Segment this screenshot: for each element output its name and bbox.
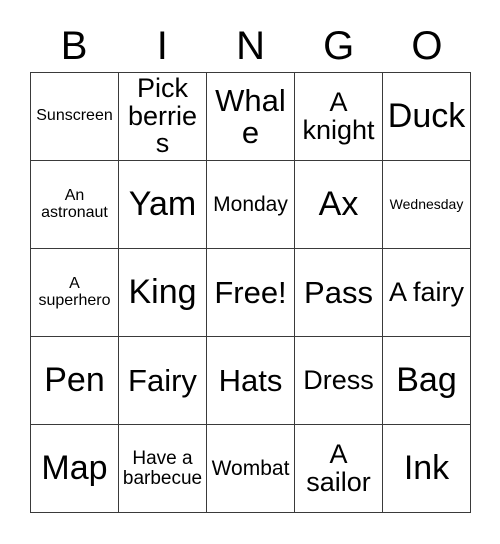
bingo-cell[interactable]: Whale xyxy=(207,73,295,161)
bingo-cell-label: Sunscreen xyxy=(36,107,113,125)
bingo-cell-label: Ax xyxy=(318,184,359,223)
bingo-cell[interactable]: King xyxy=(119,249,207,337)
bingo-cell-label: Free! xyxy=(214,274,287,310)
header-letter-b: B xyxy=(60,24,88,68)
bingo-cell-label: Map xyxy=(41,448,108,487)
bingo-cell-label: Wednesday xyxy=(389,196,464,213)
bingo-cell[interactable]: Wednesday xyxy=(383,161,471,249)
header-letter-g: G xyxy=(323,24,355,68)
bingo-cell[interactable]: An astronaut xyxy=(31,161,119,249)
bingo-cell-label: An astronaut xyxy=(41,187,108,221)
bingo-header-row: B I N G O xyxy=(30,20,471,72)
bingo-cell-label: Bag xyxy=(396,360,457,399)
bingo-cell-label: Monday xyxy=(213,192,288,216)
bingo-cell-label: King xyxy=(128,272,197,311)
bingo-cell-label: Yam xyxy=(128,184,197,223)
bingo-cell[interactable]: A fairy xyxy=(383,249,471,337)
bingo-cell-label: Wombat xyxy=(211,456,290,480)
bingo-cell-label: Pen xyxy=(44,360,105,399)
header-letter-o: O xyxy=(411,24,443,68)
bingo-cell-label: A fairy xyxy=(388,276,465,307)
bingo-cell-label: Whale xyxy=(215,82,286,150)
bingo-cell[interactable]: Have a barbecue xyxy=(119,425,207,513)
bingo-cell[interactable]: Wombat xyxy=(207,425,295,513)
bingo-cell[interactable]: Ink xyxy=(383,425,471,513)
bingo-cell[interactable]: Map xyxy=(31,425,119,513)
bingo-cell-label: Duck xyxy=(387,96,466,135)
bingo-cell-free[interactable]: Free! xyxy=(207,249,295,337)
bingo-cell[interactable]: Sunscreen xyxy=(31,73,119,161)
bingo-cell[interactable]: Dress xyxy=(295,337,383,425)
bingo-cell-label: A knight xyxy=(302,86,375,145)
bingo-grid: Sunscreen Pick berries Whale A knight Du… xyxy=(30,72,471,513)
bingo-cell[interactable]: A superhero xyxy=(31,249,119,337)
bingo-cell[interactable]: A sailor xyxy=(295,425,383,513)
bingo-cell-label: A sailor xyxy=(306,438,371,497)
bingo-cell[interactable]: Bag xyxy=(383,337,471,425)
bingo-cell[interactable]: Hats xyxy=(207,337,295,425)
bingo-cell[interactable]: Fairy xyxy=(119,337,207,425)
bingo-cell-label: A superhero xyxy=(38,275,111,309)
bingo-cell[interactable]: Ax xyxy=(295,161,383,249)
bingo-cell[interactable]: Pick berries xyxy=(119,73,207,161)
bingo-cell-label: Pass xyxy=(304,274,373,310)
bingo-cell[interactable]: Pen xyxy=(31,337,119,425)
bingo-cell-label: Dress xyxy=(303,364,374,395)
bingo-cell-label: Pick berries xyxy=(127,73,198,159)
bingo-card: B I N G O Sunscreen Pick berries Whale A… xyxy=(0,0,500,544)
bingo-cell[interactable]: Yam xyxy=(119,161,207,249)
bingo-cell-label: Have a barbecue xyxy=(122,447,203,489)
bingo-cell[interactable]: Monday xyxy=(207,161,295,249)
bingo-cell[interactable]: Duck xyxy=(383,73,471,161)
bingo-cell-label: Ink xyxy=(403,448,450,487)
bingo-cell-label: Fairy xyxy=(128,362,197,398)
header-letter-n: N xyxy=(236,24,265,68)
bingo-cell[interactable]: Pass xyxy=(295,249,383,337)
header-letter-i: I xyxy=(156,24,168,68)
bingo-cell[interactable]: A knight xyxy=(295,73,383,161)
bingo-cell-label: Hats xyxy=(218,362,283,398)
